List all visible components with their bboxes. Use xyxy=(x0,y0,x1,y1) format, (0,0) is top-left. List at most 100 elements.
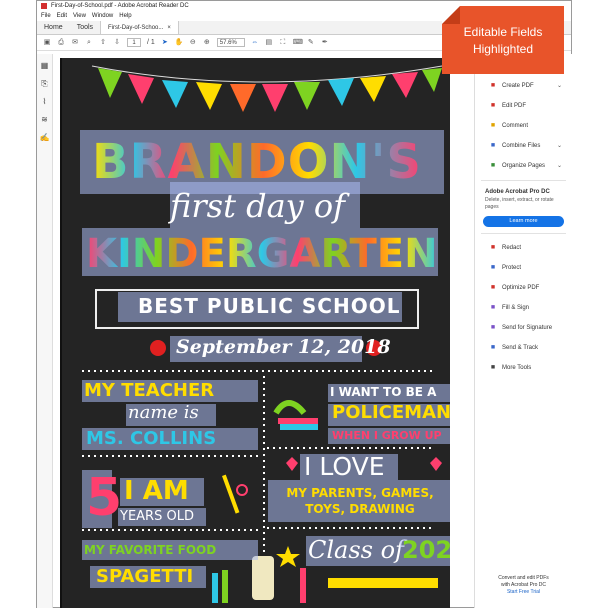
teacher-label-1: MY TEACHER xyxy=(84,380,215,401)
keyboard-icon[interactable]: ⌨ xyxy=(293,39,303,47)
tool-item-redact[interactable]: ■ Redact xyxy=(475,238,572,258)
pennant-2 xyxy=(128,74,154,104)
chevron-down-icon[interactable]: ⌄ xyxy=(557,142,562,149)
promo-title: Adobe Acrobat Pro DC xyxy=(485,189,550,195)
sign-tool-icon[interactable]: ✒ xyxy=(321,39,329,47)
want-value: POLICEMAN xyxy=(332,402,450,423)
tool-item-create-pdf[interactable]: ■ Create PDF ⌄ xyxy=(475,76,572,96)
worm-icon xyxy=(273,400,307,415)
tool-item-label: Send & Track xyxy=(502,345,539,351)
pennant-5 xyxy=(230,84,256,112)
tool-item-combine-files[interactable]: ■ Combine Files ⌄ xyxy=(475,136,572,156)
teacher-name: MS. COLLINS xyxy=(86,428,217,449)
callout-line-1: Editable Fields xyxy=(463,25,543,39)
tab-tools[interactable]: Tools xyxy=(70,21,100,34)
page-number-input[interactable]: 1 xyxy=(127,38,141,47)
signatures-icon[interactable]: ✍ xyxy=(40,133,50,143)
zoom-level-select[interactable]: 57.6% xyxy=(216,38,245,47)
page-total: / 1 xyxy=(147,39,155,46)
save-icon[interactable]: ▣ xyxy=(43,39,51,47)
left-rail: ▦ ⎘ ⌇ ≋ ✍ xyxy=(37,54,53,608)
menu-file[interactable]: File xyxy=(41,11,51,21)
star-icon xyxy=(276,546,300,567)
full-screen-icon[interactable]: ⛶ xyxy=(279,39,287,47)
zoom-out-icon[interactable]: ⊖ xyxy=(189,39,197,47)
bookmarks-icon[interactable]: ⎘ xyxy=(40,79,50,89)
tool-item-send-signature[interactable]: ■ Send for Signature xyxy=(475,318,572,338)
search-icon[interactable]: ⌕ xyxy=(85,39,93,47)
tool-item-send-track[interactable]: ■ Send & Track xyxy=(475,338,572,358)
layers-icon[interactable]: ≋ xyxy=(40,115,50,125)
pennant-6 xyxy=(262,84,288,112)
organize-pages-icon: ■ xyxy=(490,162,496,169)
attachments-icon[interactable]: ⌇ xyxy=(40,97,50,107)
chevron-down-icon[interactable]: ⌄ xyxy=(557,162,562,169)
page-down-icon[interactable]: ⇩ xyxy=(113,39,121,47)
comment-icon: ■ xyxy=(490,122,496,129)
editable-fields-callout: Editable Fields Highlighted xyxy=(442,6,564,74)
start-free-trial-link[interactable]: Start Free Trial xyxy=(475,589,572,596)
pennant-4 xyxy=(196,82,222,110)
pennant-8 xyxy=(328,78,354,106)
food-value: SPAGETTI xyxy=(96,566,194,587)
pennant-7 xyxy=(294,82,320,110)
hand-tool-icon[interactable]: ✋ xyxy=(175,39,184,47)
crayon-blue xyxy=(212,573,218,603)
book-red xyxy=(278,418,318,424)
menu-help[interactable]: Help xyxy=(119,11,131,21)
tool-item-label: More Tools xyxy=(502,365,532,371)
email-icon[interactable]: ✉ xyxy=(71,39,79,47)
tab-home[interactable]: Home xyxy=(37,21,70,34)
comment-tool-icon[interactable]: ✎ xyxy=(307,39,315,47)
pdf-page-chalkboard: BRANDON'S first day of KINDERGARTEN BEST… xyxy=(60,58,450,608)
zoom-in-icon[interactable]: ⊕ xyxy=(203,39,211,47)
print-icon[interactable]: ⎙ xyxy=(57,39,65,47)
scroll-mode-icon[interactable]: ▤ xyxy=(265,39,273,47)
want-label: I WANT TO BE A xyxy=(330,385,437,399)
pennant-9 xyxy=(360,76,386,102)
menu-edit[interactable]: Edit xyxy=(57,11,67,21)
pane-footer: Convert and edit PDFs with Acrobat Pro D… xyxy=(475,575,572,596)
tool-item-more-tools[interactable]: ■ More Tools xyxy=(475,358,572,378)
pennant-11 xyxy=(422,68,442,92)
menu-window[interactable]: Window xyxy=(92,11,113,21)
tool-item-comment[interactable]: ■ Comment xyxy=(475,116,572,136)
select-cursor-icon[interactable]: ➤ xyxy=(161,39,169,47)
tab-document[interactable]: First-Day-of-Schoo... × xyxy=(100,21,179,34)
tools-pane: ■ Create PDF ⌄ ■ Edit PDF ■ Comment ■ Combine Fi… xyxy=(474,54,572,608)
acrobat-app-icon xyxy=(41,3,47,9)
close-tab-icon[interactable]: × xyxy=(167,25,171,31)
footer-line-1: Convert and edit PDFs xyxy=(498,575,549,581)
edit-pdf-icon: ■ xyxy=(490,102,496,109)
grade-value: KINDERGARTEN xyxy=(86,231,438,277)
combine-files-icon: ■ xyxy=(490,142,496,149)
grade-text: KINDERGARTEN xyxy=(86,234,438,274)
glue-bottle-icon xyxy=(252,556,274,600)
pencil-icon xyxy=(222,474,240,514)
tool-item-label: Send for Signature xyxy=(502,325,553,331)
create-pdf-icon: ■ xyxy=(490,82,496,89)
tool-item-edit-pdf[interactable]: ■ Edit PDF xyxy=(475,96,572,116)
fit-width-icon[interactable]: ⇔ xyxy=(251,39,259,47)
learn-more-button[interactable]: Learn more xyxy=(483,216,564,227)
page-fold-corner xyxy=(442,6,460,24)
tool-item-label: Redact xyxy=(502,245,522,251)
callout-line-2: Highlighted xyxy=(472,42,534,56)
footer-line-2: with Acrobat Pro DC xyxy=(500,582,547,588)
page-up-icon[interactable]: ⇧ xyxy=(99,39,107,47)
tools-list-top: ■ Create PDF ⌄ ■ Edit PDF ■ Comment ■ Combine Fi… xyxy=(475,76,572,176)
chevron-down-icon[interactable]: ⌄ xyxy=(557,82,562,89)
tool-item-label: Organize Pages xyxy=(502,163,546,169)
tool-item-optimize-pdf[interactable]: ■ Optimize PDF xyxy=(475,278,572,298)
food-label: MY FAVORITE FOOD xyxy=(84,543,217,557)
book-blue xyxy=(280,424,318,430)
tool-item-protect[interactable]: ■ Protect xyxy=(475,258,572,278)
page-thumbnails-icon[interactable]: ▦ xyxy=(40,61,50,71)
class-year: 2028 xyxy=(402,536,450,564)
window-title: First-Day-of-School.pdf - Adobe Acrobat … xyxy=(51,3,189,9)
more-tools-icon: ■ xyxy=(490,364,496,371)
menu-view[interactable]: View xyxy=(73,11,86,21)
redact-icon: ■ xyxy=(490,244,496,251)
tool-item-fill-sign[interactable]: ■ Fill & Sign xyxy=(475,298,572,318)
tool-item-organize-pages[interactable]: ■ Organize Pages ⌄ xyxy=(475,156,572,176)
